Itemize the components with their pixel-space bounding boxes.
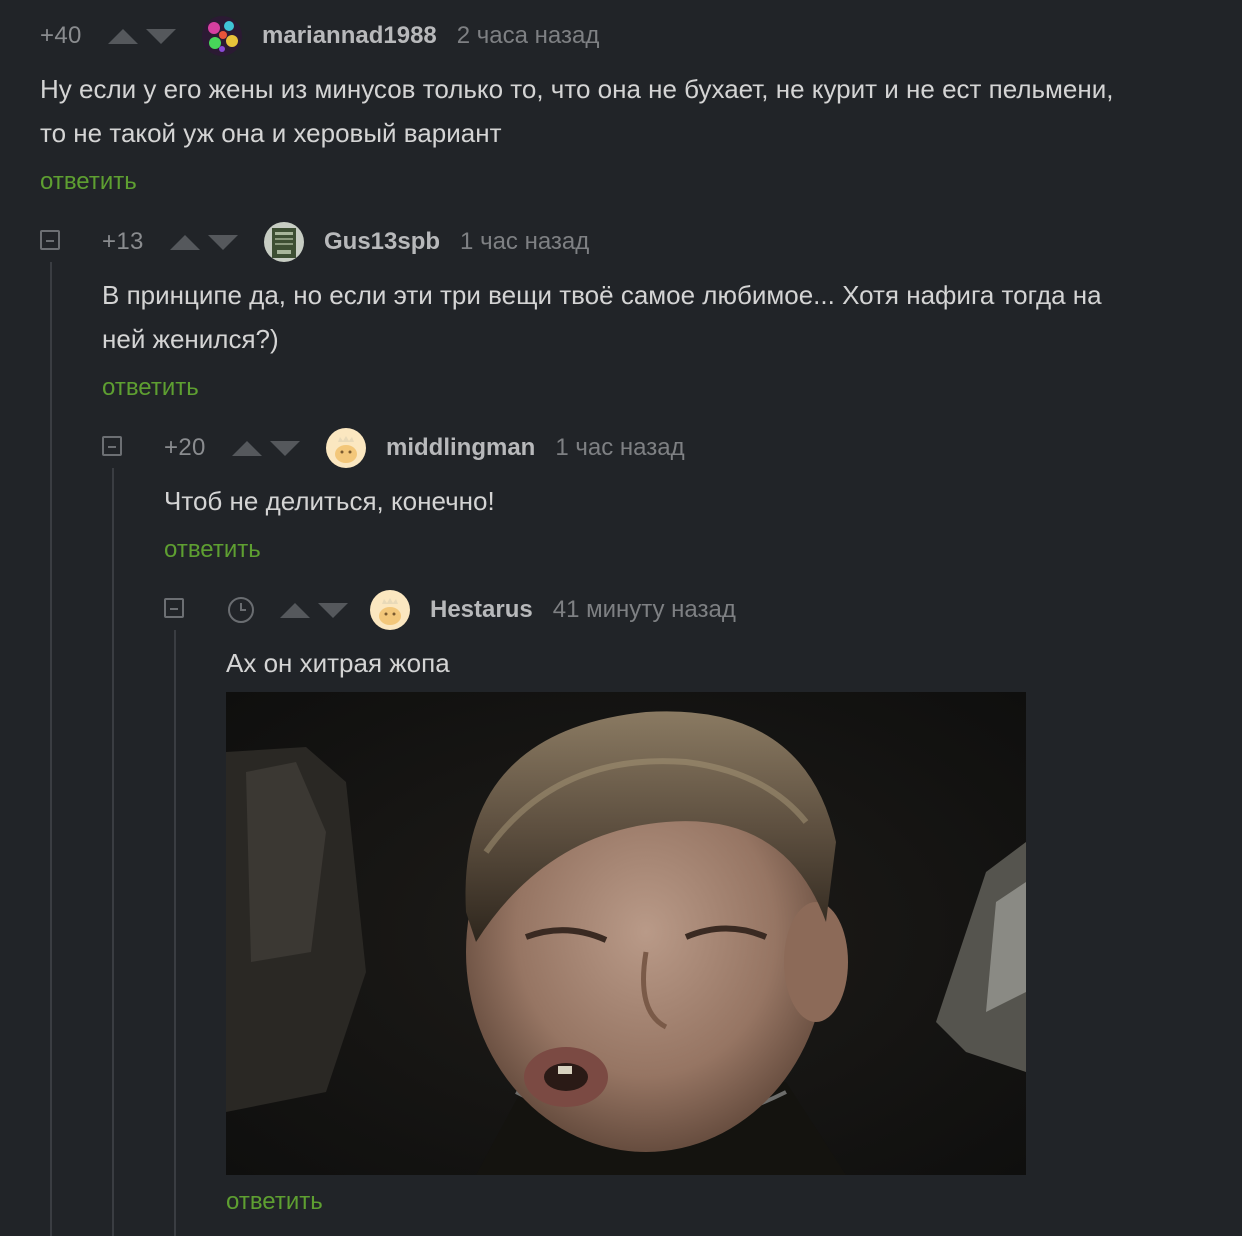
comment-text-line: Чтоб не делиться, конечно!: [164, 486, 495, 516]
thread-line-level3: [174, 630, 176, 1236]
timestamp[interactable]: 2 часа назад: [457, 22, 600, 50]
avatar[interactable]: [370, 590, 410, 630]
comment-text-line: Ну если у его жены из минусов только то,…: [40, 74, 1114, 104]
avatar[interactable]: [202, 16, 242, 56]
downvote-icon[interactable]: [146, 28, 176, 44]
comment-text: Ах он хитрая жопа: [226, 641, 450, 685]
comment-header: Hestarus 41 минуту назад: [228, 590, 736, 630]
username[interactable]: Gus13spb: [324, 228, 440, 256]
comment-text: Чтоб не делиться, конечно!: [164, 479, 495, 523]
comment-text-line: Ах он хитрая жопа: [226, 648, 450, 678]
reply-link[interactable]: ответить: [102, 374, 199, 402]
comment-text: В принципе да, но если эти три вещи твоё…: [102, 273, 1102, 361]
collapse-toggle-icon[interactable]: [102, 436, 122, 456]
collapse-toggle-icon[interactable]: [164, 598, 184, 618]
comment-text-line: В принципе да, но если эти три вещи твоё…: [102, 280, 1102, 310]
vote-controls: [170, 234, 238, 250]
avatar[interactable]: [264, 222, 304, 262]
comment-rating: +13: [102, 228, 144, 255]
thread-line-level2: [112, 468, 114, 1236]
collapse-toggle-icon[interactable]: [40, 230, 60, 250]
clock-icon: [228, 597, 254, 623]
comment-text: Ну если у его жены из минусов только то,…: [40, 67, 1114, 155]
reply-link[interactable]: ответить: [226, 1188, 323, 1216]
timestamp[interactable]: 1 час назад: [460, 228, 589, 256]
username[interactable]: mariannad1988: [262, 22, 437, 50]
upvote-icon[interactable]: [232, 440, 262, 456]
vote-controls: [108, 28, 176, 44]
comment-rating: +40: [40, 22, 82, 49]
comment-text-line: ней женился?): [102, 324, 279, 354]
upvote-icon[interactable]: [280, 602, 310, 618]
downvote-icon[interactable]: [318, 602, 348, 618]
comment-rating: +20: [164, 434, 206, 461]
avatar[interactable]: [326, 428, 366, 468]
username[interactable]: Hestarus: [430, 596, 533, 624]
comment-text-line: то не такой уж она и херовый вариант: [40, 118, 502, 148]
reply-link[interactable]: ответить: [40, 168, 137, 196]
downvote-icon[interactable]: [208, 234, 238, 250]
reply-link[interactable]: ответить: [164, 536, 261, 564]
timestamp[interactable]: 41 минуту назад: [553, 596, 736, 624]
vote-controls: [232, 440, 300, 456]
comment-image[interactable]: [226, 692, 1026, 1175]
vote-controls: [280, 602, 348, 618]
comment-header: +20 middlingman 1 час назад: [164, 428, 685, 468]
upvote-icon[interactable]: [170, 234, 200, 250]
username[interactable]: middlingman: [386, 434, 535, 462]
timestamp[interactable]: 1 час назад: [555, 434, 684, 462]
downvote-icon[interactable]: [270, 440, 300, 456]
comment-header: +13 Gus13spb 1 час назад: [102, 222, 589, 262]
thread-line-level1: [50, 262, 52, 1236]
comment-header: +40 mariannad1988 2 часа назад: [40, 16, 599, 56]
upvote-icon[interactable]: [108, 28, 138, 44]
